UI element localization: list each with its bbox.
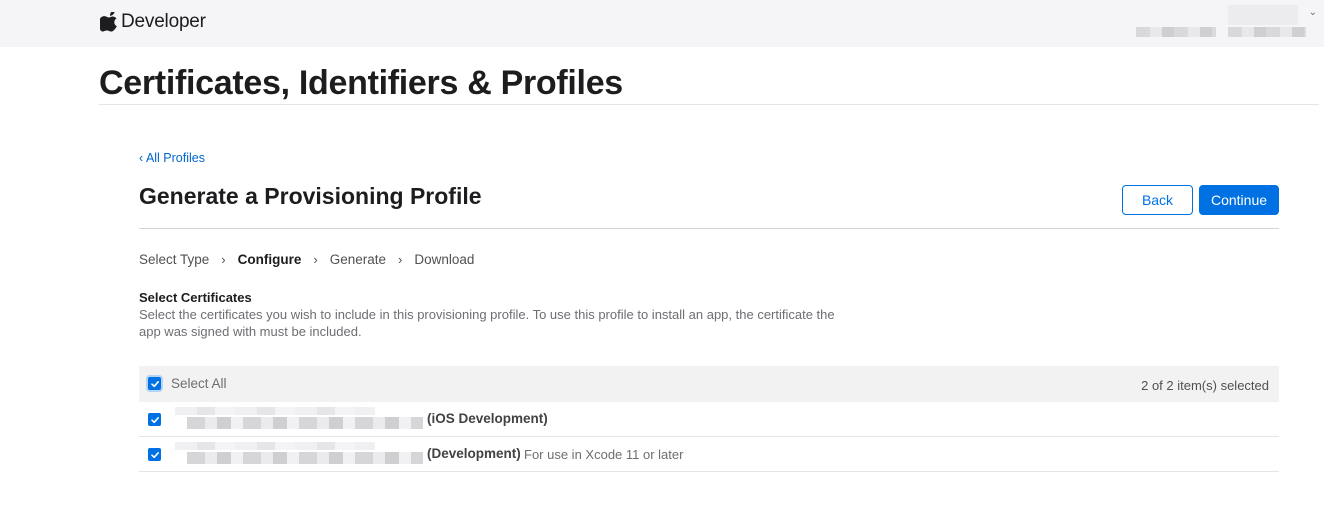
select-all-checkbox[interactable] — [148, 377, 161, 390]
step-configure: Configure — [237, 252, 302, 267]
chevron-right-icon: › — [398, 252, 403, 267]
select-all-label[interactable]: Select All — [171, 376, 227, 391]
certificate-name-redacted — [175, 442, 425, 464]
brand-label: Developer — [121, 11, 206, 32]
step-download: Download — [414, 252, 475, 267]
account-menu[interactable]: ⌄ — [1136, 5, 1317, 37]
steps-breadcrumb: Select Type › Configure › Generate › Dow… — [139, 252, 474, 267]
account-name-redacted — [1136, 27, 1216, 37]
checkmark-icon — [150, 451, 159, 458]
global-nav: Developer ⌄ — [0, 0, 1324, 47]
certificate-type: (iOS Development) — [427, 411, 548, 426]
certificates-description: Select the certificates you wish to incl… — [139, 307, 835, 339]
developer-home-link[interactable]: Developer — [100, 11, 206, 33]
certificate-type: (Development) — [427, 446, 521, 461]
certificate-name-redacted — [175, 407, 425, 429]
table-row[interactable]: (Development) For use in Xcode 11 or lat… — [139, 437, 1279, 472]
chevron-right-icon: › — [221, 252, 226, 267]
section-title: Generate a Provisioning Profile — [139, 183, 482, 209]
chevron-down-icon: ⌄ — [1308, 7, 1317, 18]
title-divider — [99, 104, 1319, 105]
team-avatar-redacted — [1228, 5, 1298, 25]
all-profiles-link[interactable]: ‹ All Profiles — [139, 151, 205, 165]
team-name-redacted — [1228, 27, 1306, 37]
selected-count: 2 of 2 item(s) selected — [1141, 378, 1269, 393]
step-generate: Generate — [329, 252, 387, 267]
section-divider — [139, 228, 1279, 229]
team-selector[interactable]: ⌄ — [1228, 5, 1317, 37]
chevron-right-icon: › — [313, 252, 318, 267]
table-header: Select All 2 of 2 item(s) selected — [139, 366, 1279, 402]
table-row[interactable]: (iOS Development) — [139, 402, 1279, 437]
certificate-checkbox[interactable] — [148, 448, 161, 461]
certificates-heading: Select Certificates — [139, 290, 252, 305]
apple-logo-icon — [100, 12, 117, 32]
checkmark-icon — [150, 380, 159, 387]
page-title: Certificates, Identifiers & Profiles — [99, 64, 623, 102]
checkmark-icon — [150, 416, 159, 423]
step-select-type: Select Type — [139, 252, 210, 267]
continue-button[interactable]: Continue — [1199, 185, 1279, 215]
certificate-checkbox[interactable] — [148, 413, 161, 426]
certificate-note: For use in Xcode 11 or later — [524, 447, 684, 462]
back-button[interactable]: Back — [1122, 185, 1193, 215]
